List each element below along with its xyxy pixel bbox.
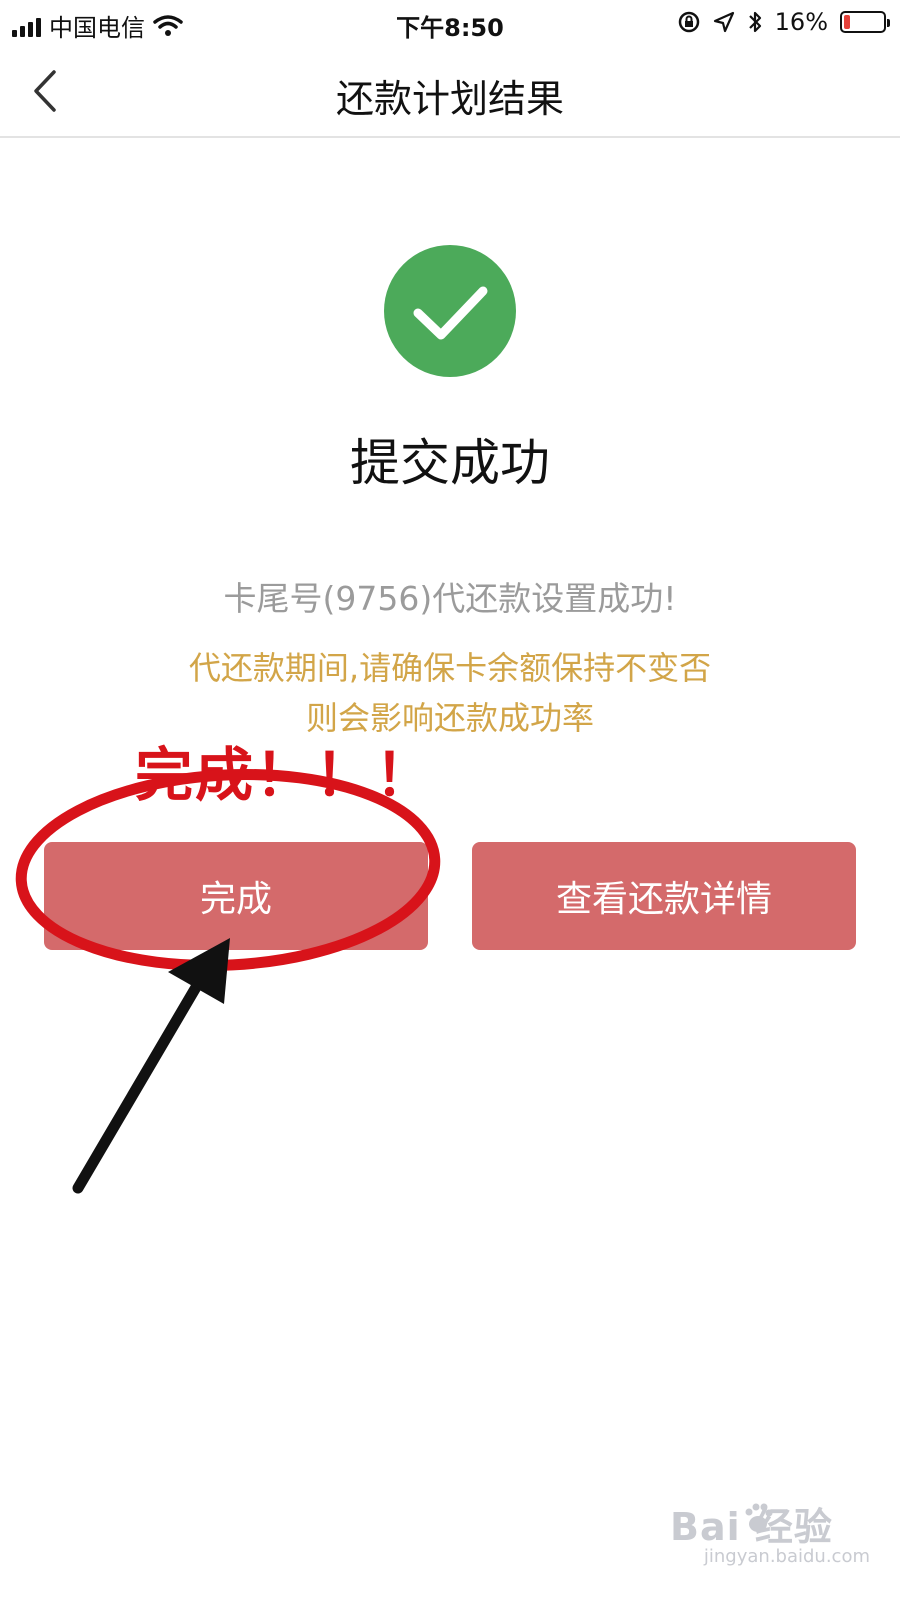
success-title: 提交成功 <box>350 434 550 492</box>
orientation-lock-icon <box>678 11 699 33</box>
location-icon <box>713 11 734 33</box>
check-circle-icon <box>384 245 516 377</box>
status-bar: 中国电信 下午8:50 16% <box>0 0 900 46</box>
bluetooth-icon <box>748 11 761 33</box>
battery-percent: 16% <box>774 8 828 36</box>
done-button[interactable]: 完成 <box>44 842 428 950</box>
battery-icon <box>840 11 890 33</box>
annotation-text: 完成！！！ <box>135 741 436 809</box>
card-message: 卡尾号(9756)代还款设置成功! <box>223 579 677 618</box>
view-repayment-details-button[interactable]: 查看还款详情 <box>472 842 856 950</box>
status-right: 16% <box>677 8 890 36</box>
page-title: 还款计划结果 <box>335 77 564 121</box>
watermark-site: jingyan.baidu.com <box>703 1546 870 1567</box>
warning-line-1: 代还款期间,请确保卡余额保持不变否 <box>188 649 712 687</box>
page: 中国电信 下午8:50 16% 还款计划结果 提交成功 卡尾号(9756)代还款… <box>0 0 900 1600</box>
battery-level <box>844 15 850 29</box>
paw-icon <box>745 1503 773 1532</box>
watermark: Bai 经验 jingyan.baidu.com <box>670 1492 870 1572</box>
nav-bar: 还款计划结果 <box>0 46 900 138</box>
annotation-arrow-shaft <box>72 954 218 1194</box>
